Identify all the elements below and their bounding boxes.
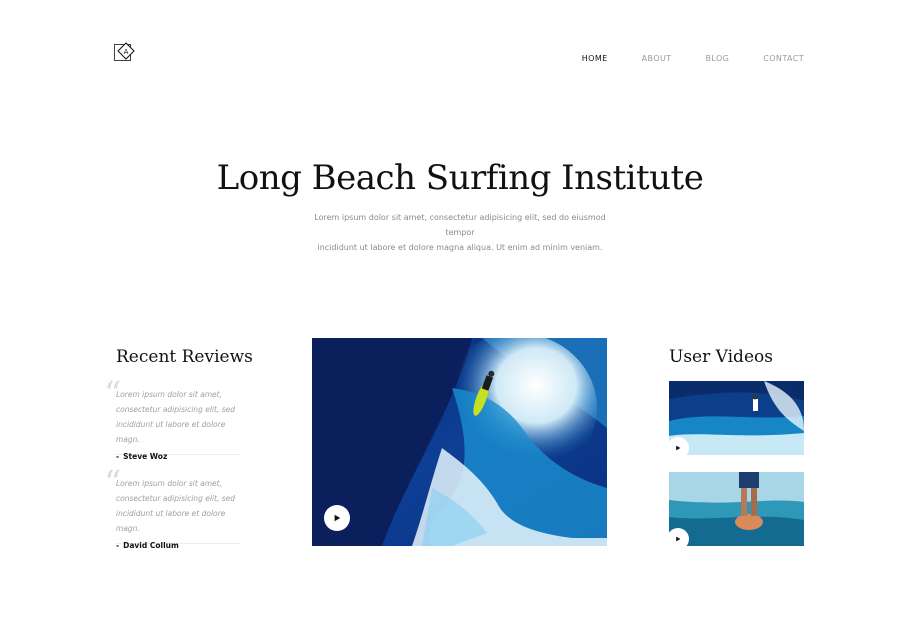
reviews-title: Recent Reviews <box>116 347 253 367</box>
user-video-thumbnail[interactable] <box>669 472 804 546</box>
logo-icon: A <box>114 42 135 61</box>
surfer-wave-image <box>312 338 607 546</box>
review-author-name: Steve Woz <box>123 452 168 461</box>
hero-subtitle: Lorem ipsum dolor sit amet, consectetur … <box>300 210 620 255</box>
hero-subtitle-line1: Lorem ipsum dolor sit amet, consectetur … <box>314 213 606 237</box>
review-author-name: David Collum <box>123 541 179 550</box>
videos-title: User Videos <box>669 347 773 367</box>
play-icon <box>676 536 681 542</box>
svg-text:A: A <box>124 48 129 56</box>
featured-video[interactable] <box>312 338 607 546</box>
review-text: Lorem ipsum dolor sit amet, consectetur … <box>116 390 235 444</box>
review-text: Lorem ipsum dolor sit amet, consectetur … <box>116 479 235 533</box>
nav-contact[interactable]: CONTACT <box>763 54 804 63</box>
review-item: “ Lorem ipsum dolor sit amet, consectetu… <box>104 377 240 461</box>
surfboard-thumbnail-image <box>669 472 804 546</box>
play-button[interactable] <box>324 505 350 531</box>
review-author: - David Collum <box>116 541 179 550</box>
nav-about[interactable]: ABOUT <box>642 54 672 63</box>
hero-title: Long Beach Surfing Institute <box>216 158 704 198</box>
nav-blog[interactable]: BLOG <box>705 54 729 63</box>
hero-subtitle-line2: incididunt ut labore et dolore magna ali… <box>317 243 603 252</box>
surfer-thumbnail-image <box>669 381 804 455</box>
play-icon <box>334 514 341 522</box>
user-video-thumbnail[interactable] <box>669 381 804 455</box>
play-button[interactable] <box>669 528 689 546</box>
logo[interactable]: A <box>114 42 136 62</box>
review-author: - Steve Woz <box>116 452 168 461</box>
play-button[interactable] <box>669 437 689 455</box>
review-item: “ Lorem ipsum dolor sit amet, consectetu… <box>104 466 240 550</box>
nav-home[interactable]: HOME <box>582 54 608 63</box>
play-icon <box>676 445 681 451</box>
main-nav: HOME ABOUT BLOG CONTACT <box>582 54 804 63</box>
